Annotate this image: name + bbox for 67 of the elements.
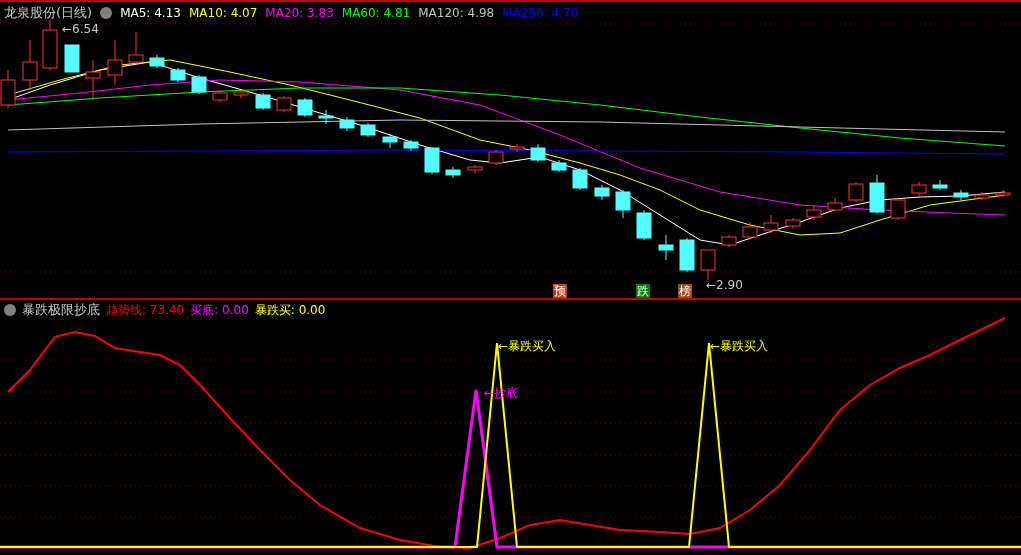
candlestick <box>403 139 419 152</box>
candlestick <box>911 181 927 197</box>
candlestick <box>594 184 610 201</box>
price-label: ←6.54 <box>62 22 99 36</box>
candlestick <box>488 149 504 166</box>
signal-marker: 预 <box>553 284 567 298</box>
dropdown-icon[interactable] <box>100 7 113 19</box>
candlestick <box>467 164 483 174</box>
candlestick <box>658 234 674 261</box>
candlestick <box>339 116 355 132</box>
candlestick <box>995 189 1011 198</box>
candlestick <box>869 174 885 215</box>
candlestick <box>615 189 631 219</box>
candlestick <box>445 166 461 179</box>
candlestick <box>806 204 822 221</box>
candlestick <box>42 19 58 71</box>
candlestick <box>276 95 292 113</box>
signal-marker: 榜 <box>678 284 692 298</box>
indicator-value: 趋势线: 73.40 <box>106 301 185 319</box>
candlestick <box>64 44 80 73</box>
candlestick <box>22 39 38 91</box>
candlestick <box>255 92 271 111</box>
candlestick <box>318 109 334 125</box>
candlestick <box>170 67 186 83</box>
signal-annotation: ←暴跌买入 <box>710 338 769 355</box>
candlestick <box>530 143 546 163</box>
candlestick <box>763 214 779 234</box>
ma-value: MA10: 4.07 <box>188 6 258 20</box>
chart-title: 龙泉股份(日线) <box>4 4 93 22</box>
candlestick <box>128 31 144 65</box>
ma-value: MA5: 4.13 <box>120 6 181 20</box>
candlestick <box>827 197 843 213</box>
candlestick <box>572 167 588 191</box>
price-label: ←2.90 <box>706 278 743 292</box>
candlestick <box>107 39 123 86</box>
candlestick <box>953 189 969 201</box>
ma-value: MA60: 4.81 <box>341 6 411 20</box>
candlestick <box>297 97 313 118</box>
candlestick <box>551 159 567 173</box>
candlestick <box>742 221 758 241</box>
ma-value: MA250: 4.70 <box>502 6 579 20</box>
candlestick <box>679 237 695 273</box>
signal-annotation: ←暴跌买入 <box>498 338 557 355</box>
candlestick <box>85 59 101 101</box>
dropdown-icon[interactable] <box>4 304 16 316</box>
candlestick <box>636 209 652 241</box>
candlestick <box>424 146 440 175</box>
candlestick <box>721 234 737 248</box>
candlestick <box>360 122 376 138</box>
candlestick <box>890 196 906 221</box>
candlestick <box>212 89 228 103</box>
candlestick <box>932 179 948 191</box>
indicator-value: 暴跌买: 0.00 <box>254 301 326 319</box>
candlestick <box>233 89 249 99</box>
candlestick <box>700 249 716 281</box>
indicator-title: 暴跌极限抄底 <box>22 301 100 319</box>
ma-value: MA120: 4.98 <box>418 6 495 20</box>
candlestick <box>149 54 165 69</box>
candlestick <box>191 74 207 95</box>
signal-marker: 跌 <box>636 284 650 298</box>
indicator-value: 买底: 0.00 <box>190 301 249 319</box>
candlestick <box>785 217 801 230</box>
candlestick <box>974 191 990 201</box>
candlestick <box>509 143 525 153</box>
candlestick <box>848 181 864 203</box>
ma-value: MA20: 3.83 <box>265 6 334 20</box>
candlestick <box>382 133 398 149</box>
